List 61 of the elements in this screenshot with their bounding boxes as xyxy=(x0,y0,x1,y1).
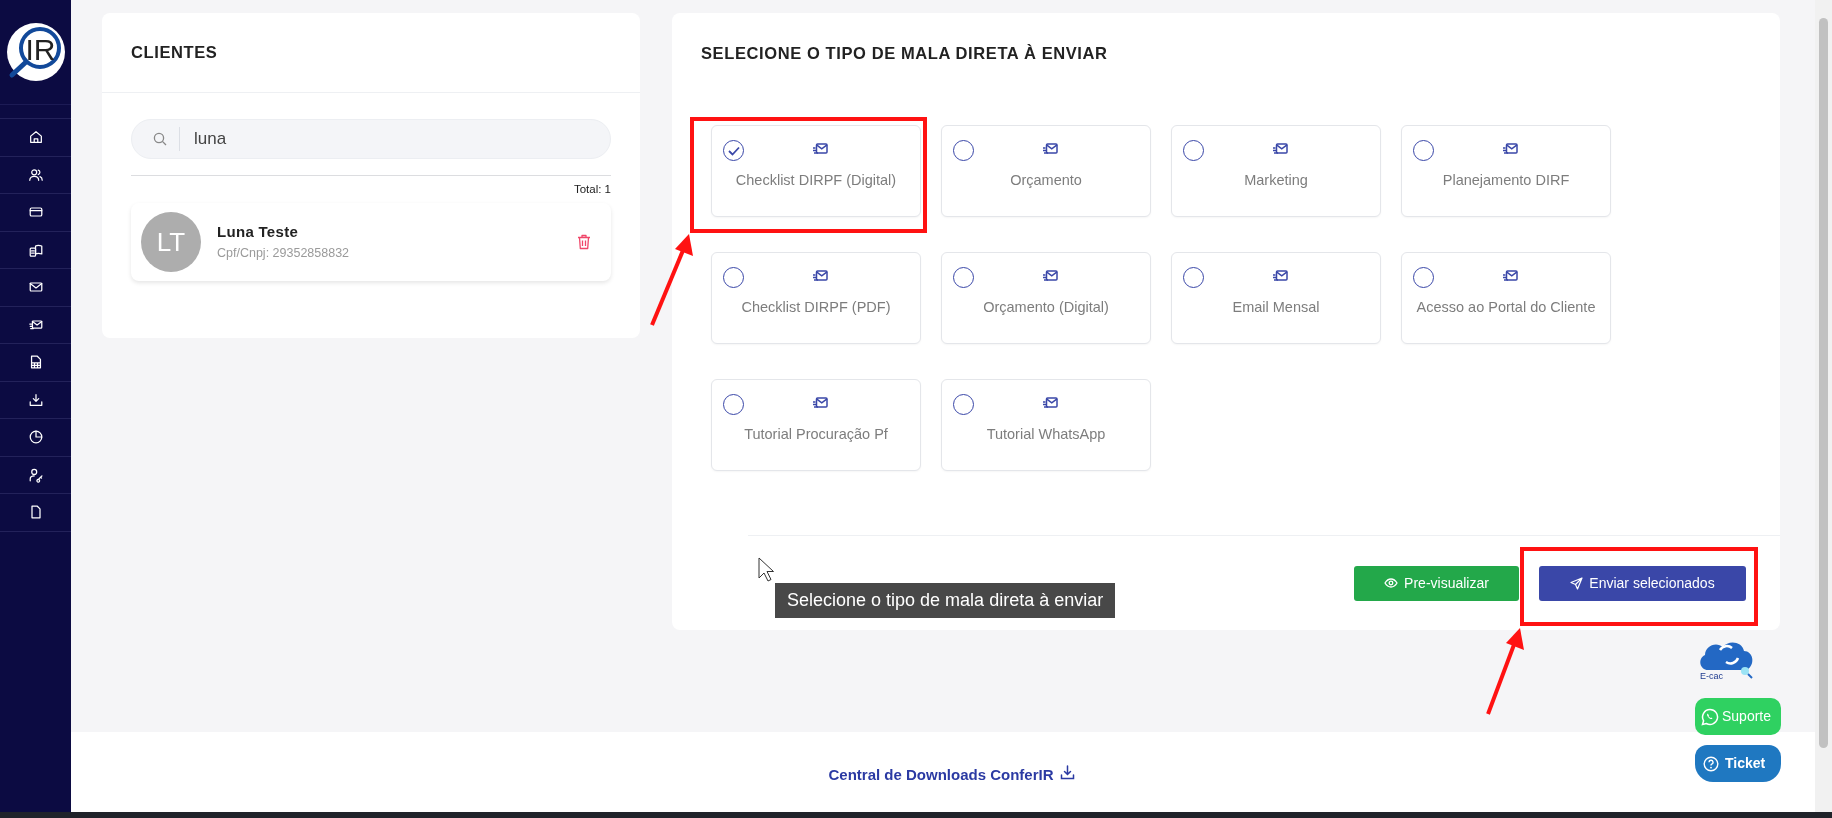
mail-type-option[interactable]: Email Mensal xyxy=(1171,252,1381,344)
envelope-send-icon xyxy=(1042,143,1058,156)
cloud-sync-icon[interactable] xyxy=(1700,642,1753,679)
mail-type-option[interactable]: Tutorial WhatsApp xyxy=(941,379,1151,471)
card-title: SELECIONE O TIPO DE MALA DIRETA À ENVIAR xyxy=(701,42,1108,64)
tooltip: Selecione o tipo de mala direta à enviar xyxy=(775,583,1116,618)
mail-type-option[interactable]: Planejamento DIRF xyxy=(1401,125,1611,217)
option-label: Email Mensal xyxy=(1232,298,1320,317)
ticket-button[interactable]: Ticket xyxy=(1695,745,1781,782)
downloads-link[interactable]: Central de Downloads ConferIR xyxy=(828,764,1075,786)
mail-type-option[interactable]: Acesso ao Portal do Cliente xyxy=(1401,252,1611,344)
envelope-send-icon xyxy=(812,397,828,410)
preview-button[interactable]: Pre-visualizar xyxy=(1354,565,1519,601)
users-icon xyxy=(27,166,44,183)
client-row[interactable]: LT Luna Teste Cpf/Cnpj: 29352858832 xyxy=(131,203,611,281)
pie-chart-icon xyxy=(27,429,44,446)
envelope-send-icon xyxy=(812,143,828,156)
help-icon xyxy=(1703,755,1719,772)
envelope-send-icon xyxy=(1502,143,1518,156)
card-title: CLIENTES xyxy=(131,42,218,64)
send-button[interactable]: Enviar selecionados xyxy=(1539,565,1746,601)
whatsapp-icon xyxy=(1701,707,1719,726)
option-label: Orçamento (Digital) xyxy=(983,298,1109,317)
mail-type-option[interactable]: Orçamento (Digital) xyxy=(941,252,1151,344)
download-tray-icon xyxy=(27,391,44,408)
total-count: Total: 1 xyxy=(573,183,611,195)
check-icon xyxy=(727,145,740,156)
mail-type-option[interactable]: Checklist DIRPF (PDF) xyxy=(711,252,921,344)
option-label: Marketing xyxy=(1244,171,1308,190)
envelope-send-icon xyxy=(1042,270,1058,283)
avatar: LT xyxy=(141,212,201,272)
envelope-send-icon xyxy=(1272,143,1288,156)
option-label: Checklist DIRPF (Digital) xyxy=(735,171,897,190)
mail-type-option[interactable]: Tutorial Procuração Pf xyxy=(711,379,921,471)
scrollbar[interactable] xyxy=(1815,0,1832,812)
mail-type-option[interactable]: Checklist DIRPF (Digital) xyxy=(711,125,921,217)
ecac-label: E-cac xyxy=(1700,670,1723,683)
option-label: Tutorial WhatsApp xyxy=(986,425,1106,444)
envelope-send-icon xyxy=(1502,270,1518,283)
cursor-icon xyxy=(758,557,774,582)
home-icon xyxy=(27,129,44,146)
search-field[interactable]: luna xyxy=(131,119,611,159)
user-key-icon xyxy=(27,466,44,483)
envelope-send-icon xyxy=(1272,270,1288,283)
envelope-send-icon xyxy=(1042,397,1058,410)
option-label: Orçamento xyxy=(1010,171,1082,190)
envelope-send-icon xyxy=(812,270,828,283)
trash-icon[interactable] xyxy=(577,234,591,250)
eye-icon xyxy=(1384,578,1399,588)
client-name: Luna Teste xyxy=(217,222,300,243)
logo: IR xyxy=(6,23,65,81)
mail-type-option[interactable]: Marketing xyxy=(1171,125,1381,217)
search-icon xyxy=(153,132,167,146)
mail-type-option[interactable]: Orçamento xyxy=(941,125,1151,217)
option-label: Acesso ao Portal do Cliente xyxy=(1416,298,1596,317)
client-document: Cpf/Cnpj: 29352858832 xyxy=(217,244,351,262)
option-label: Tutorial Procuração Pf xyxy=(744,425,888,444)
send-icon xyxy=(1570,576,1584,590)
download-icon xyxy=(1059,765,1075,780)
option-label: Planejamento DIRF xyxy=(1442,171,1570,190)
option-label: Checklist DIRPF (PDF) xyxy=(741,298,891,317)
